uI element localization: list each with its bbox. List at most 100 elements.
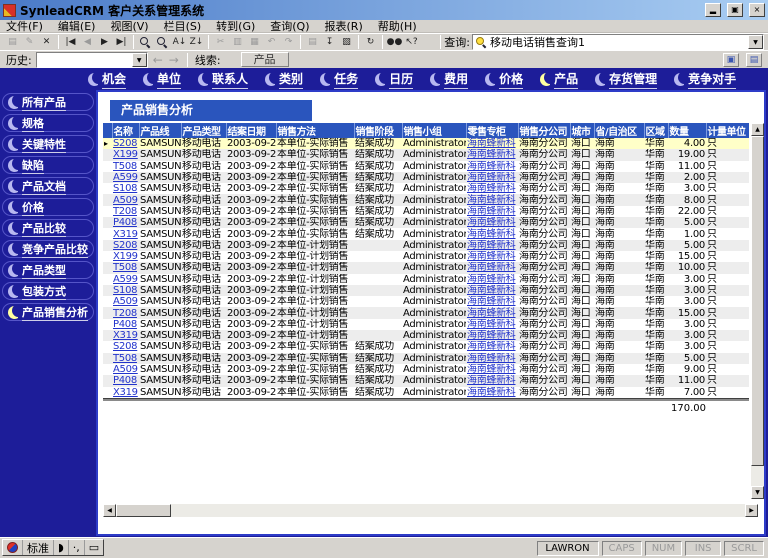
cell-link[interactable]: 海南蜂新科 <box>466 341 518 352</box>
cell-link[interactable]: P408 <box>112 319 139 330</box>
cell-link[interactable]: 海南蜂新科 <box>466 274 518 285</box>
table-row[interactable]: X199SAMSUNG移动电话2003-09-23本单位-实际销售结案成功Adm… <box>103 149 749 160</box>
sidebar-item[interactable]: 产品比较 <box>2 219 94 237</box>
view-cascade-icon[interactable]: ▣ <box>723 53 739 67</box>
ime-mode-label[interactable]: 标准 <box>23 540 54 555</box>
vertical-scrollbar-thumb[interactable] <box>751 136 764 466</box>
sidebar-item[interactable]: 包装方式 <box>2 282 94 300</box>
first-record-icon[interactable]: |◀ <box>62 35 79 50</box>
column-header[interactable]: 销售阶段 <box>354 123 402 138</box>
cell-link[interactable]: 海南蜂新科 <box>466 330 518 341</box>
sidebar-item[interactable]: 价格 <box>2 198 94 216</box>
horizontal-scrollbar[interactable]: ◀ ▶ <box>103 504 758 517</box>
cell-link[interactable]: 海南蜂新科 <box>466 194 518 205</box>
menu-item[interactable]: 报表(R) <box>325 18 363 34</box>
cell-link[interactable]: S208 <box>112 240 139 251</box>
sidebar-item[interactable]: 竞争产品比较 <box>2 240 94 258</box>
find-icon[interactable]: ●● <box>386 35 403 50</box>
sidebar-item[interactable]: 产品文档 <box>2 177 94 195</box>
table-row[interactable]: T508SAMSUNG移动电话2003-09-23本单位-计划销售Adminis… <box>103 262 749 273</box>
sidebar-item-active[interactable]: 产品销售分析 <box>2 303 94 321</box>
table-row[interactable]: A599SAMSUNG移动电话2003-09-23本单位-实际销售结案成功Adm… <box>103 172 749 183</box>
history-dropdown-arrow-icon[interactable]: ▼ <box>132 53 147 67</box>
cell-link[interactable]: S108 <box>112 183 139 194</box>
tab-item[interactable]: 竞争对手 <box>674 70 736 89</box>
table-row[interactable]: T508SAMSUNG移动电话2003-09-23本单位-实际销售结案成功Adm… <box>103 161 749 172</box>
cell-link[interactable]: T508 <box>112 161 139 172</box>
next-record-icon[interactable]: ▶ <box>96 35 113 50</box>
tab-item[interactable]: 日历 <box>375 70 413 89</box>
cell-link[interactable]: 海南蜂新科 <box>466 240 518 251</box>
menu-item[interactable]: 查询(Q) <box>270 18 309 34</box>
table-row[interactable]: P408SAMSUNG移动电话2003-09-24本单位-实际销售结案成功Adm… <box>103 375 749 386</box>
ime-punctuation-icon[interactable]: ·, <box>69 540 85 555</box>
cell-link[interactable]: T208 <box>112 307 139 318</box>
tab-item-active[interactable]: 产品 <box>540 70 578 89</box>
cell-link[interactable]: 海南蜂新科 <box>466 206 518 217</box>
sidebar-item[interactable]: 产品类型 <box>2 261 94 279</box>
horizontal-scrollbar-thumb[interactable] <box>116 504 171 517</box>
refresh-icon[interactable]: ↻ <box>362 35 379 50</box>
vertical-scrollbar[interactable]: ▲ ▼ <box>751 123 764 499</box>
cell-link[interactable]: S208 <box>112 138 139 149</box>
minimize-button[interactable]: ▂ <box>705 3 721 17</box>
paste-icon[interactable]: ▦ <box>246 35 263 50</box>
menu-item[interactable]: 转到(G) <box>216 18 255 34</box>
table-row[interactable]: S208SAMSUNG移动电话2003-09-24本单位-实际销售结案成功Adm… <box>103 341 749 352</box>
menu-item[interactable]: 文件(F) <box>6 18 43 34</box>
filter-icon[interactable] <box>154 35 171 50</box>
query-combobox[interactable]: 移动电话销售查询1 ▼ <box>472 34 764 50</box>
table-row[interactable]: ▸S208SAMSUNG移动电话2003-09-23本单位-实际销售结案成功Ad… <box>103 138 749 149</box>
cell-link[interactable]: 海南蜂新科 <box>466 387 518 398</box>
scroll-up-icon[interactable]: ▲ <box>751 123 764 136</box>
cell-link[interactable]: X319 <box>112 330 139 341</box>
table-row[interactable]: P408SAMSUNG移动电话2003-09-23本单位-实际销售结案成功Adm… <box>103 217 749 228</box>
cell-link[interactable]: 海南蜂新科 <box>466 228 518 239</box>
column-header[interactable]: 结案日期 <box>226 123 276 138</box>
cell-link[interactable]: A599 <box>112 172 139 183</box>
cell-link[interactable]: T508 <box>112 262 139 273</box>
edit-icon[interactable]: ✎ <box>21 35 38 50</box>
tab-item[interactable]: 存货管理 <box>595 70 657 89</box>
cell-link[interactable]: A509 <box>112 364 139 375</box>
cell-link[interactable]: X319 <box>112 387 139 398</box>
column-header[interactable]: 销售小组 <box>402 123 466 138</box>
cell-link[interactable]: A509 <box>112 194 139 205</box>
tab-item[interactable]: 联系人 <box>198 70 248 89</box>
menu-item[interactable]: 帮助(H) <box>378 18 417 34</box>
ime-fullwidth-icon[interactable]: ◗ <box>54 540 69 555</box>
cut-icon[interactable]: ✂ <box>212 35 229 50</box>
table-row[interactable]: A599SAMSUNG移动电话2003-09-23本单位-计划销售Adminis… <box>103 274 749 285</box>
close-button[interactable]: × <box>749 3 765 17</box>
cell-link[interactable]: X319 <box>112 228 139 239</box>
table-row[interactable]: T208SAMSUNG移动电话2003-09-23本单位-实际销售结案成功Adm… <box>103 206 749 217</box>
cell-link[interactable]: S108 <box>112 285 139 296</box>
column-header[interactable]: 销售方法 <box>276 123 354 138</box>
forward-icon[interactable]: → <box>169 53 179 67</box>
ime-keyboard-icon[interactable]: ▭ <box>85 540 103 555</box>
column-header[interactable]: 城市 <box>570 123 594 138</box>
cell-link[interactable]: T508 <box>112 353 139 364</box>
table-row[interactable]: S108SAMSUNG移动电话2003-09-23本单位-实际销售结案成功Adm… <box>103 183 749 194</box>
table-row[interactable]: S108SAMSUNG移动电话2003-09-23本单位-计划销售Adminis… <box>103 285 749 296</box>
sort-ascending-icon[interactable]: A↓ <box>171 35 188 50</box>
cell-link[interactable]: 海南蜂新科 <box>466 319 518 330</box>
sidebar-item[interactable]: 缺陷 <box>2 156 94 174</box>
cell-link[interactable]: A599 <box>112 274 139 285</box>
cell-link[interactable]: 海南蜂新科 <box>466 161 518 172</box>
cell-link[interactable]: 海南蜂新科 <box>466 353 518 364</box>
cell-link[interactable]: X199 <box>112 251 139 262</box>
redo-icon[interactable]: ↷ <box>280 35 297 50</box>
cell-link[interactable]: P408 <box>112 375 139 386</box>
sidebar-item[interactable]: 关键特性 <box>2 135 94 153</box>
cell-link[interactable]: 海南蜂新科 <box>466 262 518 273</box>
cell-link[interactable]: 海南蜂新科 <box>466 296 518 307</box>
query-dropdown-arrow-icon[interactable]: ▼ <box>748 35 763 49</box>
cell-link[interactable]: 海南蜂新科 <box>466 375 518 386</box>
table-row[interactable]: X199SAMSUNG移动电话2003-09-23本单位-计划销售Adminis… <box>103 251 749 262</box>
back-icon[interactable]: ← <box>153 53 163 67</box>
print-preview-icon[interactable]: ▧ <box>338 35 355 50</box>
view-tile-icon[interactable]: ▤ <box>746 53 762 67</box>
cell-link[interactable]: A509 <box>112 296 139 307</box>
table-row[interactable]: X319SAMSUNG移动电话2003-09-23本单位-实际销售结案成功Adm… <box>103 228 749 239</box>
